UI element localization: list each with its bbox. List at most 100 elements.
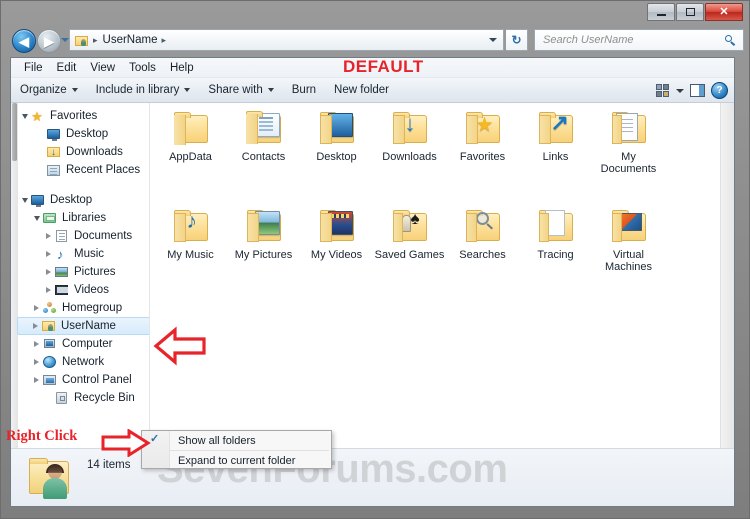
explorer-window: ✕ ◀ ▶ ▸ UserName ▸ ↻ Search UserName Fil… (0, 0, 750, 519)
file-item-my-pictures[interactable]: My Pictures (227, 203, 300, 301)
chevron-down-icon (267, 88, 274, 92)
menu-tools[interactable]: Tools (122, 58, 163, 78)
file-item-saved-games[interactable]: ♠ Saved Games (373, 203, 446, 301)
downloads-folder-icon: ↓ (46, 145, 62, 159)
minimize-button[interactable] (647, 3, 675, 21)
tree-item-music[interactable]: ♪ Music (19, 245, 149, 263)
expander-closed-icon[interactable] (43, 251, 54, 257)
back-button[interactable]: ◀ (12, 29, 36, 53)
organize-button[interactable]: Organize (11, 78, 87, 102)
recent-places-icon (46, 163, 62, 177)
context-menu-label: Show all folders (178, 434, 256, 447)
menu-file[interactable]: File (17, 58, 50, 78)
maximize-button[interactable] (676, 3, 704, 21)
file-item-my-videos[interactable]: My Videos (300, 203, 373, 301)
tree-item-control-panel[interactable]: Control Panel (19, 371, 149, 389)
file-label: Contacts (241, 151, 286, 163)
new-folder-button[interactable]: New folder (325, 78, 398, 102)
context-menu-item-expand-to-current-folder[interactable]: Expand to current folder (142, 451, 331, 470)
share-with-button[interactable]: Share with (199, 78, 282, 102)
burn-button[interactable]: Burn (283, 78, 325, 102)
expander-closed-icon[interactable] (31, 359, 42, 365)
user-folder-icon (41, 319, 57, 333)
address-bar[interactable]: ▸ UserName ▸ (69, 29, 504, 51)
tree-item-network[interactable]: Network (19, 353, 149, 371)
expander-open-icon[interactable] (19, 113, 30, 119)
maximize-icon (685, 8, 695, 16)
breadcrumb-separator-icon-2[interactable]: ▸ (162, 35, 167, 46)
organize-label: Organize (20, 84, 67, 96)
expander-closed-icon[interactable] (30, 323, 41, 329)
tree-item-libraries[interactable]: Libraries (19, 209, 149, 227)
tree-item-desktop-fav[interactable]: Desktop (19, 125, 149, 143)
help-icon[interactable]: ? (711, 82, 728, 99)
file-item-links[interactable]: ↗ Links (519, 105, 592, 203)
tree-item-desktop-root[interactable]: Desktop (19, 191, 149, 209)
tree-label: UserName (61, 320, 116, 332)
menu-edit[interactable]: Edit (50, 58, 84, 78)
expander-open-icon[interactable] (19, 197, 30, 203)
folder-links-icon: ↗ (535, 111, 577, 147)
folder-saved-games-icon: ♠ (389, 209, 431, 245)
tree-item-favorites[interactable]: ★ Favorites (19, 107, 149, 125)
expander-closed-icon[interactable] (43, 287, 54, 293)
address-dropdown-icon[interactable] (489, 38, 497, 42)
item-count-label: 14 items (87, 459, 131, 471)
tree-item-username[interactable]: UserName (17, 317, 149, 335)
menu-help[interactable]: Help (163, 58, 201, 78)
expander-open-icon[interactable] (31, 215, 42, 221)
folder-contacts-icon (243, 111, 285, 147)
breadcrumb-username[interactable]: UserName (103, 34, 158, 46)
search-icon (725, 34, 736, 46)
file-item-my-music[interactable]: ♪ My Music (154, 203, 227, 301)
tree-label: Desktop (50, 194, 93, 206)
file-item-contacts[interactable]: Contacts (227, 105, 300, 203)
file-label: My Videos (310, 249, 363, 261)
file-item-tracing[interactable]: Tracing (519, 203, 592, 301)
tree-item-pictures[interactable]: Pictures (19, 263, 149, 281)
refresh-button[interactable]: ↻ (506, 29, 528, 51)
search-box[interactable]: Search UserName (534, 29, 744, 51)
close-button[interactable]: ✕ (705, 3, 743, 21)
file-item-downloads[interactable]: ↓ Downloads (373, 105, 446, 203)
navigation-pane-scrollbar[interactable] (11, 103, 18, 506)
file-item-appdata[interactable]: AppData (154, 105, 227, 203)
expander-closed-icon[interactable] (31, 341, 42, 347)
file-item-my-documents[interactable]: My Documents (592, 105, 665, 203)
expander-closed-icon[interactable] (43, 233, 54, 239)
file-item-desktop[interactable]: Desktop (300, 105, 373, 203)
expander-closed-icon[interactable] (31, 305, 42, 311)
menu-view[interactable]: View (83, 58, 122, 78)
folder-documents-icon (608, 111, 650, 147)
tree-item-computer[interactable]: Computer (19, 335, 149, 353)
tree-item-downloads[interactable]: ↓ Downloads (19, 143, 149, 161)
folder-tree: ★ Favorites Desktop ↓ Downloads Recent P… (17, 107, 149, 407)
chevron-down-icon (184, 88, 191, 92)
videos-icon (54, 283, 70, 297)
file-item-virtual-machines[interactable]: Virtual Machines (592, 203, 665, 301)
forward-button[interactable]: ▶ (37, 29, 61, 53)
expander-closed-icon[interactable] (31, 377, 42, 383)
context-menu-label: Expand to current folder (178, 454, 296, 467)
content-scrollbar[interactable] (720, 103, 734, 506)
context-menu[interactable]: ✓ Show all folders Expand to current fol… (141, 430, 332, 469)
recycle-bin-icon (54, 391, 70, 405)
file-item-searches[interactable]: Searches (446, 203, 519, 301)
include-in-library-button[interactable]: Include in library (87, 78, 200, 102)
scrollbar-thumb[interactable] (12, 103, 17, 161)
expander-closed-icon[interactable] (43, 269, 54, 275)
tree-item-documents[interactable]: Documents (19, 227, 149, 245)
tree-item-homegroup[interactable]: Homegroup (19, 299, 149, 317)
file-item-favorites[interactable]: ★ Favorites (446, 105, 519, 203)
tree-item-recycle-bin[interactable]: Recycle Bin (19, 389, 149, 407)
tree-item-videos[interactable]: Videos (19, 281, 149, 299)
recent-pages-dropdown-icon[interactable] (61, 38, 69, 42)
view-layout-icon[interactable] (656, 84, 670, 97)
navigation-bar: ◀ ▶ ▸ UserName ▸ ↻ Search UserName (6, 28, 746, 54)
preview-pane-icon[interactable] (690, 84, 705, 97)
chevron-down-icon[interactable] (676, 88, 684, 93)
check-icon: ✓ (150, 433, 160, 445)
tree-item-recent-places[interactable]: Recent Places (19, 161, 149, 179)
control-panel-icon (42, 373, 58, 387)
context-menu-item-show-all-folders[interactable]: ✓ Show all folders (142, 431, 331, 450)
